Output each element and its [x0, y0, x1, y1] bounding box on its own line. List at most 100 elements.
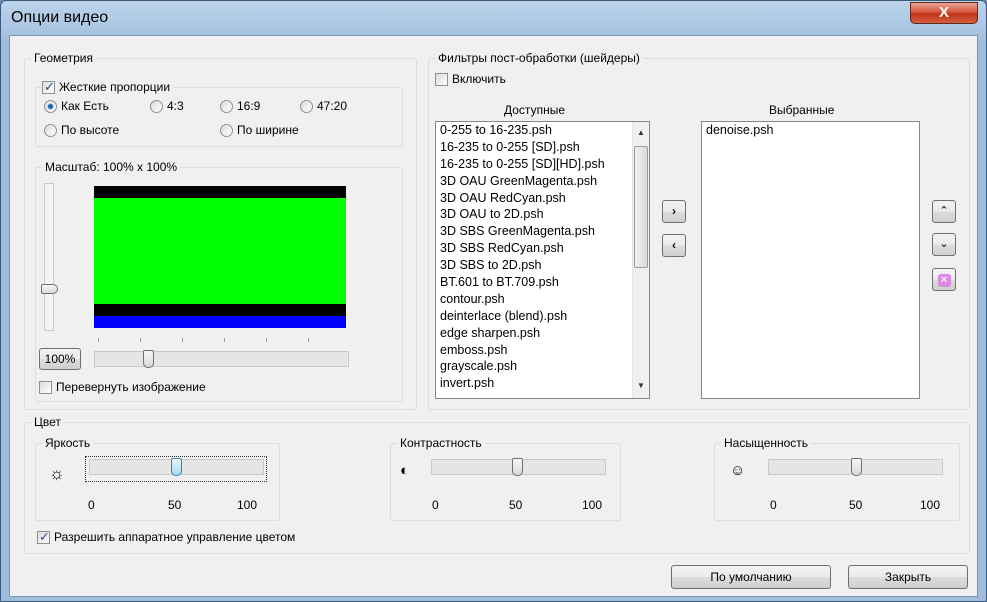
close-window-button[interactable]: X — [910, 2, 978, 24]
list-item[interactable]: 3D OAU GreenMagenta.psh — [436, 173, 649, 190]
keep-aspect-label: Жесткие пропорции — [59, 80, 171, 94]
keep-aspect-checkbox[interactable]: Жесткие пропорции — [42, 79, 174, 95]
tick — [266, 338, 267, 342]
enable-filters-label: Включить — [452, 72, 506, 86]
brightness-thumb[interactable] — [171, 458, 182, 476]
flip-image-label: Перевернуть изображение — [56, 380, 206, 394]
radio-by-height-label: По высоте — [61, 123, 120, 137]
scale-group: Масштаб: 100% x 100% 100% Перевернуть из… — [35, 160, 403, 402]
filters-group-label: Фильтры пост-обработки (шейдеры) — [435, 51, 643, 65]
radio-as-is-dot[interactable] — [44, 99, 57, 113]
list-item[interactable]: invert.psh — [436, 375, 649, 392]
list-item[interactable]: 3D SBS RedCyan.psh — [436, 240, 649, 257]
available-scroll-thumb[interactable] — [634, 146, 648, 268]
horizontal-scale-thumb[interactable] — [143, 350, 154, 368]
radio-by-height-dot[interactable] — [44, 123, 57, 137]
zoom-reset-button[interactable]: 100% — [39, 348, 81, 370]
preview-video-frame — [94, 198, 346, 304]
list-item[interactable]: 3D OAU RedCyan.psh — [436, 190, 649, 207]
tick — [98, 338, 99, 342]
chevron-down-icon: ⌄ — [939, 238, 949, 250]
saturation-max: 100 — [920, 498, 941, 512]
chevron-up-icon: ⌃ — [939, 205, 949, 217]
radio-as-is[interactable]: Как Есть — [44, 99, 109, 113]
geometry-group: Геометрия Жесткие пропорции Как Есть 4:3… — [24, 51, 417, 410]
list-item[interactable]: 0-255 to 16-235.psh — [436, 122, 649, 139]
list-item[interactable]: deinterlace (blend).psh — [436, 308, 649, 325]
close-icon: X — [938, 4, 949, 21]
list-item[interactable]: 3D SBS to 2D.psh — [436, 257, 649, 274]
saturation-mid: 50 — [849, 498, 863, 512]
brightness-group: Яркость ☼ 0 50 100 — [35, 436, 280, 521]
radio-47-20-label: 47:20 — [317, 99, 348, 113]
enable-filters-check[interactable] — [435, 72, 448, 86]
defaults-button[interactable]: По умолчанию — [671, 565, 831, 589]
available-scrollbar[interactable]: ▲ ▼ — [632, 122, 649, 398]
available-filters-list[interactable]: 0-255 to 16-235.psh 16-235 to 0-255 [SD].… — [435, 121, 650, 399]
tick — [224, 338, 225, 342]
radio-16-9-dot[interactable] — [220, 99, 233, 113]
sun-icon: ☼ — [49, 464, 65, 483]
vertical-scale-slider[interactable] — [44, 183, 54, 331]
clear-selected-button[interactable]: ✕ — [932, 268, 956, 291]
radio-47-20[interactable]: 47:20 — [300, 99, 347, 113]
list-item[interactable]: 16-235 to 0-255 [SD][HD].psh — [436, 156, 649, 173]
radio-by-width-label: По ширине — [237, 123, 299, 137]
list-item[interactable]: BT.601 to BT.709.psh — [436, 274, 649, 291]
scroll-down-icon[interactable]: ▼ — [637, 381, 645, 390]
contrast-max: 100 — [582, 498, 603, 512]
radio-4-3[interactable]: 4:3 — [150, 99, 184, 113]
available-filters-items: 0-255 to 16-235.psh 16-235 to 0-255 [SD].… — [436, 122, 649, 392]
list-item[interactable]: emboss.psh — [436, 342, 649, 359]
remove-icon: ✕ — [937, 274, 951, 287]
color-group: Цвет Яркость ☼ 0 50 100 Контрастность ◐ … — [24, 415, 970, 554]
hw-color-check[interactable] — [37, 529, 50, 545]
list-item[interactable]: edge sharpen.psh — [436, 325, 649, 342]
saturation-min: 0 — [770, 498, 777, 512]
list-item[interactable]: 3D OAU to 2D.psh — [436, 206, 649, 223]
move-down-button[interactable]: ⌄ — [932, 233, 956, 256]
brightness-min: 0 — [88, 498, 95, 512]
hw-color-label: Разрешить аппаратное управление цветом — [54, 530, 296, 544]
scale-label: Масштаб: 100% x 100% — [42, 160, 181, 174]
radio-as-is-label: Как Есть — [61, 99, 109, 113]
contrast-thumb[interactable] — [512, 458, 523, 476]
radio-4-3-dot[interactable] — [150, 99, 163, 113]
hw-color-checkbox[interactable]: Разрешить аппаратное управление цветом — [37, 529, 296, 545]
available-header: Доступные — [504, 103, 565, 117]
radio-by-width[interactable]: По ширине — [220, 123, 299, 137]
horizontal-scale-slider[interactable] — [94, 351, 349, 367]
flip-image-checkbox[interactable]: Перевернуть изображение — [39, 380, 206, 394]
arrow-right-icon: › — [672, 204, 676, 218]
enable-filters-checkbox[interactable]: Включить — [435, 72, 506, 86]
remove-filter-button[interactable]: ‹ — [662, 234, 686, 257]
list-item[interactable]: denoise.psh — [702, 122, 919, 139]
radio-47-20-dot[interactable] — [300, 99, 313, 113]
list-item[interactable]: contour.psh — [436, 291, 649, 308]
geometry-group-label: Геометрия — [31, 51, 96, 65]
list-item[interactable]: 3D SBS GreenMagenta.psh — [436, 223, 649, 240]
title-bar: Опции видео X — [1, 1, 986, 35]
scroll-up-icon[interactable]: ▲ — [637, 128, 645, 137]
list-item[interactable]: grayscale.psh — [436, 358, 649, 375]
contrast-icon: ◐ — [400, 462, 410, 479]
saturation-thumb[interactable] — [851, 458, 862, 476]
keep-aspect-check[interactable] — [42, 79, 55, 95]
move-up-button[interactable]: ⌃ — [932, 200, 956, 223]
color-group-label: Цвет — [31, 415, 64, 429]
tick — [182, 338, 183, 342]
selected-filters-items: denoise.psh — [702, 122, 919, 139]
flip-image-check[interactable] — [39, 380, 52, 394]
add-filter-button[interactable]: › — [662, 200, 686, 223]
close-button[interactable]: Закрыть — [848, 565, 968, 589]
aspect-group: Жесткие пропорции Как Есть 4:3 16:9 47:2… — [35, 79, 403, 147]
selected-filters-list[interactable]: denoise.psh — [701, 121, 920, 399]
brightness-max: 100 — [237, 498, 258, 512]
selected-header: Выбранные — [769, 103, 835, 117]
preview-area — [94, 186, 346, 328]
list-item[interactable]: 16-235 to 0-255 [SD].psh — [436, 139, 649, 156]
radio-16-9[interactable]: 16:9 — [220, 99, 260, 113]
radio-by-height[interactable]: По высоте — [44, 123, 119, 137]
radio-by-width-dot[interactable] — [220, 123, 233, 137]
vertical-scale-thumb[interactable] — [41, 284, 58, 294]
